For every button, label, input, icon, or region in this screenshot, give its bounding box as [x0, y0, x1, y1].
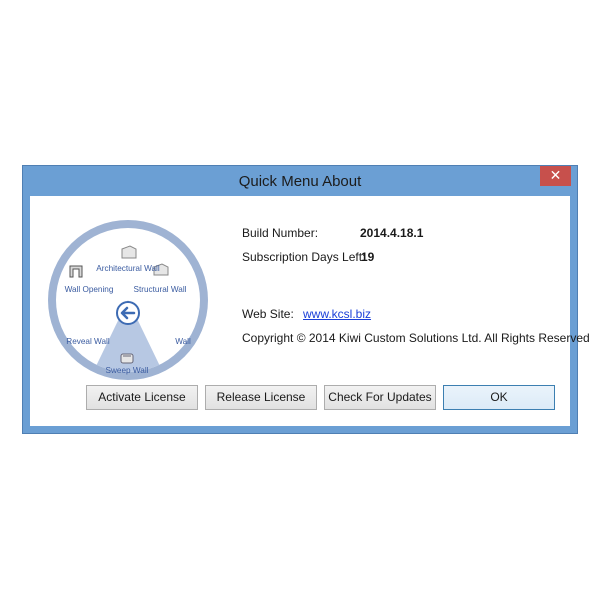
sweep-wall-icon: [120, 353, 134, 364]
website-label: Web Site:: [242, 307, 294, 321]
build-number-value: 2014.4.18.1: [360, 226, 424, 240]
wheel-label-wall-opening[interactable]: Wall Opening: [65, 285, 114, 294]
about-dialog: Quick Menu About ✕ Architectural Wall Wa…: [22, 165, 590, 434]
wheel-label-sweep-wall[interactable]: Sweep Wall: [106, 366, 149, 375]
close-icon: ✕: [549, 168, 562, 184]
subscription-days-value: 19: [361, 250, 375, 264]
wheel-label-wall[interactable]: Wall: [175, 337, 191, 346]
copyright-text: Copyright © 2014 Kiwi Custom Solutions L…: [242, 331, 590, 345]
subscription-days-label: Subscription Days Left:: [242, 250, 366, 264]
check-for-updates-button[interactable]: Check For Updates: [324, 385, 436, 410]
quick-menu-wheel: Architectural Wall Wall Opening Structur…: [48, 220, 208, 380]
activate-license-button[interactable]: Activate License: [86, 385, 198, 410]
dialog-title: Quick Menu About: [238, 173, 362, 190]
title-bar[interactable]: Quick Menu About ✕: [23, 166, 577, 196]
dialog-body: Architectural Wall Wall Opening Structur…: [30, 196, 590, 426]
wheel-label-structural-wall[interactable]: Structural Wall: [134, 285, 187, 294]
back-arrow-icon[interactable]: [116, 301, 140, 325]
wheel-label-reveal-wall[interactable]: Reveal Wall: [66, 337, 110, 346]
build-number-label: Build Number:: [242, 226, 319, 240]
website-link[interactable]: www.kcsl.biz: [303, 307, 371, 321]
release-license-button[interactable]: Release License: [205, 385, 317, 410]
close-button[interactable]: ✕: [540, 166, 571, 186]
architectural-wall-icon: [121, 245, 137, 259]
wheel-label-architectural-wall[interactable]: Architectural Wall: [96, 264, 160, 273]
ok-button[interactable]: OK: [443, 385, 555, 410]
